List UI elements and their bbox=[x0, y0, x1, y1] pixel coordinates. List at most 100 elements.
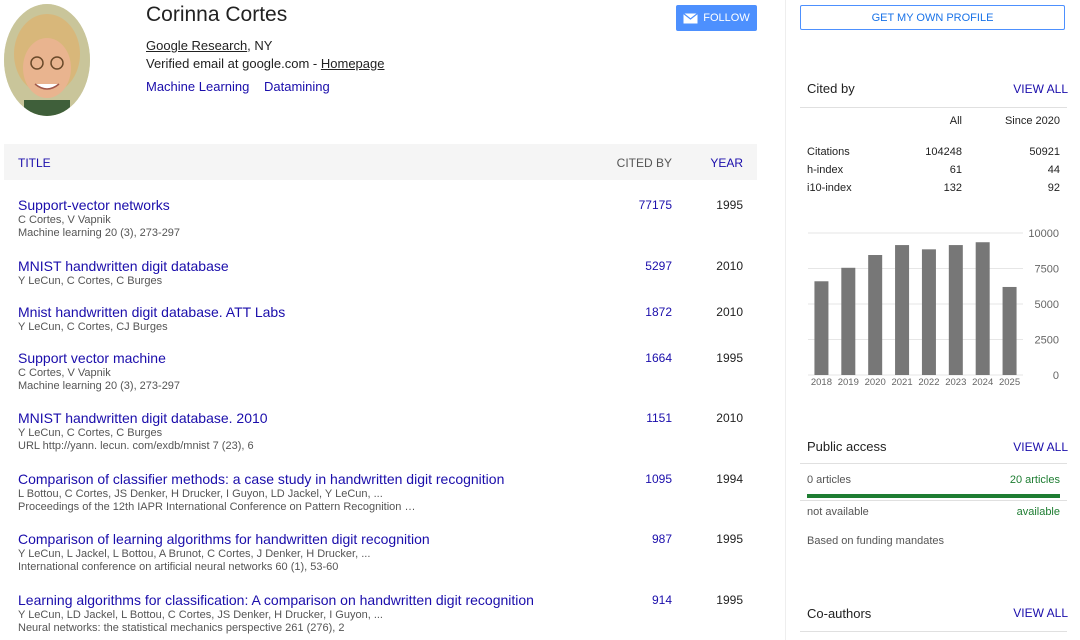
publication-title[interactable]: MNIST handwritten digit database. 2010 bbox=[18, 410, 268, 426]
bar-2022[interactable] bbox=[921, 249, 936, 375]
y-tick-label: 5000 bbox=[1035, 299, 1059, 311]
x-tick-label: 2020 bbox=[865, 377, 886, 388]
publication-authors: C Cortes, V Vapnik bbox=[18, 214, 111, 226]
stats-col-all: All bbox=[949, 115, 962, 127]
stats-gap bbox=[807, 134, 1060, 146]
x-tick-label: 2021 bbox=[891, 377, 912, 388]
affiliation-location: , NY bbox=[247, 38, 273, 53]
publication-title[interactable]: Learning algorithms for classification: … bbox=[18, 592, 534, 608]
cited-by-count[interactable]: 987 bbox=[652, 532, 672, 546]
homepage-link[interactable]: Homepage bbox=[321, 56, 385, 71]
research-interests: Machine Learning Datamining bbox=[146, 79, 341, 94]
affiliation-link[interactable]: Google Research bbox=[146, 38, 247, 53]
x-tick-label: 2022 bbox=[918, 377, 939, 388]
publication-year: 2010 bbox=[716, 259, 743, 273]
stats-all-value: 132 bbox=[943, 182, 962, 194]
profile-name: Corinna Cortes bbox=[146, 3, 288, 26]
bar-2024[interactable] bbox=[975, 242, 990, 375]
citations-per-year-chart: 10000 7500 5000 2500 0 2018 2019 2020 2021 2022 20… bbox=[808, 228, 1059, 388]
publication-year: 1995 bbox=[716, 351, 743, 365]
publication-authors: Y LeCun, L Jackel, L Bottou, A Brunot, C… bbox=[18, 548, 371, 560]
publication-title[interactable]: Comparison of classifier methods: a case… bbox=[18, 471, 504, 487]
follow-button[interactable]: FOLLOW bbox=[676, 5, 757, 31]
y-tick-label: 10000 bbox=[1028, 228, 1059, 240]
publication-year: 1995 bbox=[716, 593, 743, 607]
bar-2021[interactable] bbox=[895, 245, 910, 375]
x-tick-label: 2023 bbox=[945, 377, 966, 388]
sidebar: GET MY OWN PROFILE Cited by VIEW ALL All… bbox=[785, 0, 1080, 640]
stats-all-value: 61 bbox=[949, 164, 962, 176]
publication-venue: Proceedings of the 12th IAPR Internation… bbox=[18, 501, 416, 513]
publication-authors: Y LeCun, C Cortes, CJ Burges bbox=[18, 321, 168, 333]
cited-by-count[interactable]: 1095 bbox=[645, 472, 672, 486]
publication-year: 2010 bbox=[716, 411, 743, 425]
envelope-icon bbox=[683, 12, 699, 23]
divider bbox=[800, 631, 1067, 632]
co-authors-view-all[interactable]: VIEW ALL bbox=[1013, 606, 1068, 620]
public-access-title: Public access bbox=[807, 439, 887, 454]
cited-by-count[interactable]: 5297 bbox=[645, 259, 672, 273]
cited-by-count[interactable]: 1872 bbox=[645, 305, 672, 319]
publication-authors: L Bottou, C Cortes, JS Denker, H Drucker… bbox=[18, 488, 383, 500]
follow-label: FOLLOW bbox=[703, 12, 750, 24]
divider bbox=[800, 463, 1067, 464]
x-tick-label: 2018 bbox=[811, 377, 832, 388]
divider bbox=[800, 500, 1067, 501]
profile-photo bbox=[4, 4, 90, 116]
not-available-label: not available bbox=[807, 506, 869, 518]
not-available-count[interactable]: 0 articles bbox=[807, 474, 851, 486]
publication-authors: C Cortes, V Vapnik bbox=[18, 367, 111, 379]
email-text: Verified email at google.com - bbox=[146, 56, 321, 71]
stats-since-value: 92 bbox=[1047, 182, 1060, 194]
publication-title[interactable]: MNIST handwritten digit database bbox=[18, 258, 229, 274]
sort-by-cited[interactable]: CITED BY bbox=[617, 156, 672, 170]
stats-row-i10-index: i10-index 132 92 bbox=[807, 182, 1060, 200]
x-tick-label: 2024 bbox=[972, 377, 993, 388]
publication-title[interactable]: Support vector machine bbox=[18, 350, 166, 366]
co-authors-title: Co-authors bbox=[807, 606, 872, 621]
stats-label: Citations bbox=[807, 146, 850, 158]
stats-since-value: 44 bbox=[1047, 164, 1060, 176]
get-my-own-profile-button[interactable]: GET MY OWN PROFILE bbox=[800, 5, 1065, 30]
x-tick-label: 2019 bbox=[838, 377, 859, 388]
publication-authors: Y LeCun, C Cortes, C Burges bbox=[18, 275, 163, 287]
publication-year: 1995 bbox=[716, 532, 743, 546]
available-count[interactable]: 20 articles bbox=[1010, 474, 1060, 486]
cited-by-count[interactable]: 1664 bbox=[645, 351, 672, 365]
stats-row-h-index: h-index 61 44 bbox=[807, 164, 1060, 182]
y-tick-label: 2500 bbox=[1035, 335, 1059, 347]
bar-2018[interactable] bbox=[814, 281, 829, 375]
cited-by-view-all[interactable]: VIEW ALL bbox=[1013, 82, 1068, 96]
bar-2020[interactable] bbox=[868, 255, 883, 375]
cited-by-count[interactable]: 1151 bbox=[646, 411, 672, 425]
publication-venue: URL http://yann. lecun. com/exdb/mnist 7… bbox=[18, 440, 254, 452]
interest-link-machine-learning[interactable]: Machine Learning bbox=[146, 79, 249, 94]
publication-title[interactable]: Support-vector networks bbox=[18, 197, 170, 213]
publication-authors: Y LeCun, LD Jackel, L Bottou, C Cortes, … bbox=[18, 609, 383, 621]
publication-year: 1994 bbox=[716, 472, 743, 486]
publication-title[interactable]: Comparison of learning algorithms for ha… bbox=[18, 531, 430, 547]
y-tick-label: 7500 bbox=[1035, 264, 1059, 276]
cited-by-count[interactable]: 914 bbox=[652, 593, 672, 607]
stats-header-row: All Since 2020 bbox=[807, 110, 1060, 134]
interest-link-datamining[interactable]: Datamining bbox=[264, 79, 330, 94]
publication-authors: Y LeCun, C Cortes, C Burges bbox=[18, 427, 163, 439]
verified-email: Verified email at google.com - Homepage bbox=[146, 56, 384, 71]
publication-venue: International conference on artificial n… bbox=[18, 561, 339, 573]
bar-2023[interactable] bbox=[948, 245, 963, 375]
publication-title[interactable]: Mnist handwritten digit database. ATT La… bbox=[18, 304, 285, 320]
publication-venue: Machine learning 20 (3), 273-297 bbox=[18, 227, 181, 239]
cited-by-count[interactable]: 77175 bbox=[639, 198, 672, 212]
publication-year: 1995 bbox=[716, 198, 743, 212]
publication-venue: Neural networks: the statistical mechani… bbox=[18, 622, 345, 634]
x-tick-label: 2025 bbox=[999, 377, 1020, 388]
available-label: available bbox=[1016, 506, 1060, 518]
sort-by-title[interactable]: TITLE bbox=[18, 156, 51, 170]
public-access-progress-bar bbox=[807, 494, 1060, 498]
sort-by-year[interactable]: YEAR bbox=[710, 156, 743, 170]
y-tick-label: 0 bbox=[1053, 370, 1059, 382]
bar-2019[interactable] bbox=[841, 267, 856, 375]
funding-mandates-note: Based on funding mandates bbox=[807, 535, 944, 547]
bar-2025[interactable] bbox=[1002, 286, 1017, 375]
public-access-view-all[interactable]: VIEW ALL bbox=[1013, 440, 1068, 454]
